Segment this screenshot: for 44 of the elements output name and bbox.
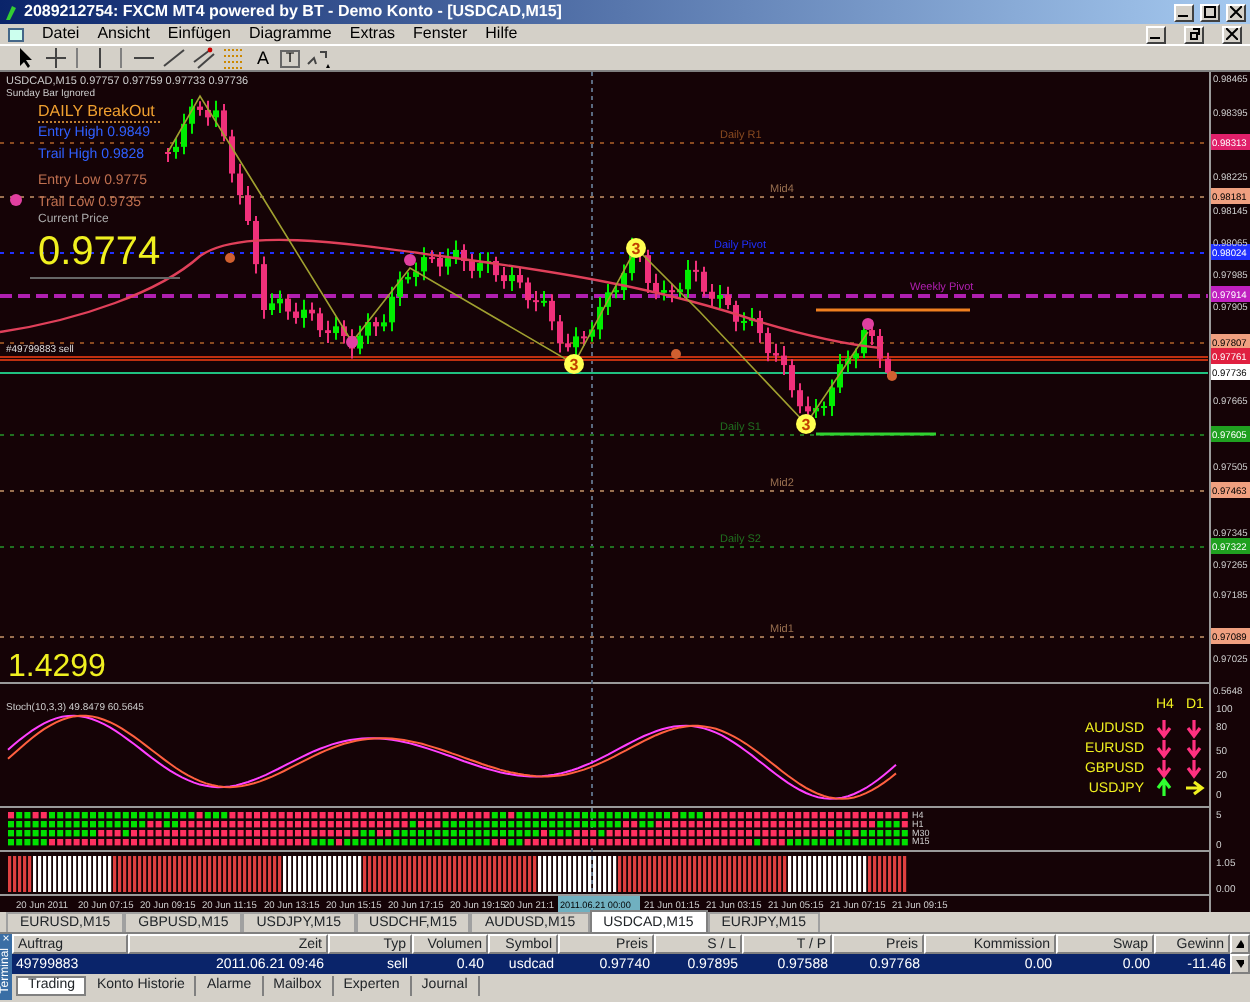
- menu-item[interactable]: Einfügen: [167, 26, 232, 42]
- minimize-button[interactable]: [1146, 25, 1166, 43]
- wave-marker: 3: [564, 354, 584, 374]
- trend-line-icon[interactable]: [161, 46, 185, 70]
- menu-item[interactable]: Datei: [42, 26, 80, 42]
- target-line: [816, 432, 936, 436]
- scroll-down-button[interactable]: [1230, 954, 1250, 974]
- menu-item[interactable]: Diagramme: [249, 26, 332, 42]
- arrows-icon[interactable]: [305, 46, 329, 70]
- minimize-button[interactable]: [1174, 3, 1194, 21]
- close-button[interactable]: [1226, 3, 1246, 21]
- channel-icon[interactable]: [191, 46, 215, 70]
- pivot-dot: [10, 194, 22, 206]
- breakout-label: DAILY BreakOut: [38, 102, 155, 120]
- pivot-dot: [225, 253, 235, 263]
- app-icon: [4, 3, 18, 21]
- price-readout: 1.4299: [8, 650, 106, 684]
- wave-marker: 3: [626, 238, 646, 258]
- scroll-up-button[interactable]: [1230, 934, 1250, 954]
- pivot-dot: [671, 349, 681, 359]
- separator-line: [37, 121, 161, 123]
- close-icon: [1226, 28, 1238, 40]
- pivot-dot: [346, 336, 358, 348]
- menu-item[interactable]: Hilfe: [485, 26, 518, 42]
- window-title: 2089212754: FXCM MT4 powered by BT - Demo Konto - [USDCAD,M15]: [24, 4, 562, 20]
- up-arrow-icon: [1236, 940, 1244, 948]
- crosshair-icon[interactable]: [43, 46, 67, 70]
- pivot-dot: [887, 371, 897, 381]
- pivot-dot: [862, 318, 874, 330]
- down-arrow-icon: [1236, 960, 1244, 968]
- restore-button[interactable]: [1184, 25, 1204, 43]
- close-icon: [1230, 6, 1242, 18]
- menu-item[interactable]: Extras: [349, 26, 396, 42]
- menu-item[interactable]: Ansicht: [97, 26, 150, 42]
- menu-item[interactable]: Fenster: [413, 26, 468, 42]
- restore-icon: [1188, 28, 1200, 40]
- wave-marker: 3: [796, 414, 816, 434]
- pivot-dot: [404, 254, 416, 266]
- document-icon: [8, 27, 24, 41]
- maximize-icon: [1204, 6, 1216, 18]
- current-price-value: 0.9774: [38, 230, 161, 274]
- text-tool[interactable]: A: [250, 47, 276, 69]
- close-button[interactable]: [1222, 25, 1242, 43]
- maximize-button[interactable]: [1200, 3, 1220, 21]
